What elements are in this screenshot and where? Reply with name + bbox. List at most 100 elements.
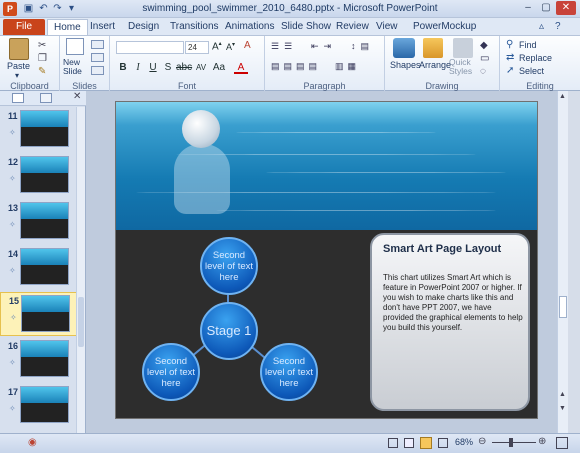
editor-scrollbar[interactable]: ▲ ▲ ▼ — [557, 91, 568, 433]
thumbnail-item[interactable]: 16 ✧ — [0, 338, 76, 382]
zoom-slider[interactable] — [492, 442, 536, 443]
maximize-icon[interactable]: ▢ — [538, 1, 554, 15]
select-button[interactable]: Select — [519, 66, 544, 76]
grow-font-icon[interactable]: A▴ — [212, 40, 222, 52]
paste-button[interactable]: Paste — [7, 61, 30, 71]
spell-check-icon[interactable]: ◉ — [28, 437, 37, 448]
bold-icon[interactable]: B — [116, 61, 130, 74]
select-icon[interactable]: ➚ — [506, 65, 514, 76]
format-painter-icon[interactable]: ✎ — [38, 66, 46, 77]
slide-thumbnail[interactable] — [20, 202, 69, 239]
char-spacing-icon[interactable]: AV — [194, 61, 208, 74]
underline-icon[interactable]: U — [146, 61, 160, 74]
reading-view-icon[interactable] — [420, 437, 432, 449]
new-slide-icon[interactable] — [66, 38, 84, 55]
shape-effects-icon[interactable]: ◌ — [480, 66, 486, 77]
smartart-node-left[interactable]: Second level of text here — [142, 343, 200, 401]
tab-powermockup[interactable]: PowerMockup — [407, 19, 482, 35]
align-icons[interactable]: ▤▤▤▤ — [271, 61, 321, 72]
shapes-icon[interactable] — [393, 38, 415, 58]
tab-insert[interactable]: Insert — [84, 19, 121, 35]
thumbnail-item[interactable]: 13 ✧ — [0, 200, 76, 244]
paste-dropdown-icon[interactable]: ▾ — [15, 71, 19, 80]
slide-thumbnail[interactable] — [20, 110, 69, 147]
shadow-icon[interactable]: S — [161, 61, 175, 74]
fit-to-window-icon[interactable] — [556, 437, 568, 449]
smartart-node-right[interactable]: Second level of text here — [260, 343, 318, 401]
tab-slide-show[interactable]: Slide Show — [275, 19, 337, 35]
next-slide-icon[interactable]: ▼ — [559, 405, 566, 412]
font-name-select[interactable] — [116, 41, 184, 54]
smartart-center-node[interactable]: Stage 1 — [200, 302, 258, 360]
shrink-font-icon[interactable]: A▾ — [226, 41, 235, 52]
tab-design[interactable]: Design — [122, 19, 165, 35]
find-button[interactable]: Find — [519, 40, 537, 50]
change-case-icon[interactable]: Aa — [212, 61, 226, 74]
replace-icon[interactable]: ⇄ — [506, 52, 514, 63]
shape-outline-icon[interactable]: ▭ — [480, 53, 489, 64]
tab-view[interactable]: View — [370, 19, 404, 35]
tab-review[interactable]: Review — [330, 19, 375, 35]
arrange-button[interactable]: Arrange — [419, 60, 451, 70]
thumbnail-scrollbar[interactable] — [76, 107, 85, 433]
info-card[interactable]: Smart Art Page Layout This chart utilize… — [370, 233, 530, 411]
quick-styles-icon[interactable] — [453, 38, 473, 58]
scroll-up-icon[interactable]: ▲ — [559, 93, 566, 100]
thumbnail-scroll-thumb[interactable] — [78, 297, 84, 347]
help-icon[interactable]: ? — [549, 19, 567, 35]
normal-view-icon[interactable] — [388, 438, 398, 448]
new-slide-button[interactable]: New Slide — [63, 58, 87, 76]
smartart-node-top[interactable]: Second level of text here — [200, 237, 258, 295]
zoom-out-icon[interactable]: ⊖ — [478, 436, 486, 447]
minimize-icon[interactable]: – — [520, 1, 536, 15]
close-icon[interactable]: ✕ — [556, 1, 576, 15]
slide-thumbnail[interactable] — [21, 295, 70, 332]
arrange-icon[interactable] — [423, 38, 443, 58]
slide-thumbnail[interactable] — [20, 156, 69, 193]
zoom-in-icon[interactable]: ⊕ — [538, 436, 546, 447]
tab-home[interactable]: Home — [47, 19, 88, 35]
prev-slide-icon[interactable]: ▲ — [559, 391, 566, 398]
copy-icon[interactable]: ❐ — [38, 53, 47, 64]
slide-thumbnail[interactable] — [20, 340, 69, 377]
close-panel-icon[interactable]: ✕ — [73, 91, 81, 102]
thumbnail-item[interactable]: 17 ✧ — [0, 384, 76, 428]
zoom-slider-thumb[interactable] — [509, 438, 513, 447]
tab-animations[interactable]: Animations — [219, 19, 280, 35]
slide-canvas[interactable]: Second level of text here Stage 1 Second… — [115, 101, 538, 419]
font-size-select[interactable]: 24 — [185, 41, 209, 54]
sorter-view-icon[interactable] — [404, 438, 414, 448]
quick-styles-button[interactable]: Quick Styles — [449, 58, 477, 76]
replace-button[interactable]: Replace — [519, 53, 552, 63]
shapes-button[interactable]: Shapes — [390, 60, 421, 70]
indent-icon[interactable]: ⇤⇥ — [311, 41, 336, 52]
font-color-icon[interactable]: A — [234, 61, 248, 74]
thumbnail-item[interactable]: 14 ✧ — [0, 246, 76, 290]
minimize-ribbon-icon[interactable]: ▵ — [533, 19, 550, 35]
cut-icon[interactable]: ✂ — [38, 40, 46, 51]
find-icon[interactable]: ⚲ — [506, 39, 513, 50]
line-spacing-icon[interactable]: ↕▤ — [351, 41, 374, 52]
slides-view-icon[interactable] — [12, 93, 24, 103]
paste-icon[interactable] — [9, 38, 29, 60]
editor-scroll-thumb[interactable] — [559, 296, 567, 318]
thumbnail-item[interactable]: 15 ✧ — [0, 292, 76, 336]
layout-icon[interactable] — [91, 40, 104, 49]
thumbnail-item[interactable]: 11 ✧ — [0, 108, 76, 152]
slide-thumbnail[interactable] — [20, 248, 69, 285]
slideshow-view-icon[interactable] — [438, 438, 448, 448]
tab-file[interactable]: File — [3, 19, 45, 35]
bullets-icon[interactable]: ☰☰ — [271, 41, 297, 52]
thumbnail-item[interactable]: 12 ✧ — [0, 154, 76, 198]
italic-icon[interactable]: I — [131, 61, 145, 74]
reset-icon[interactable] — [91, 53, 104, 62]
section-icon[interactable] — [91, 66, 104, 75]
columns-icon[interactable]: ▥▦ — [335, 61, 360, 72]
outline-view-icon[interactable] — [40, 93, 52, 103]
slide-thumbnail[interactable] — [20, 386, 69, 423]
tab-transitions[interactable]: Transitions — [164, 19, 225, 35]
strikethrough-icon[interactable]: abc — [176, 61, 192, 74]
clear-formatting-icon[interactable]: A — [244, 40, 251, 51]
zoom-level[interactable]: 68% — [455, 437, 473, 447]
shape-fill-icon[interactable]: ◆ — [480, 40, 488, 51]
